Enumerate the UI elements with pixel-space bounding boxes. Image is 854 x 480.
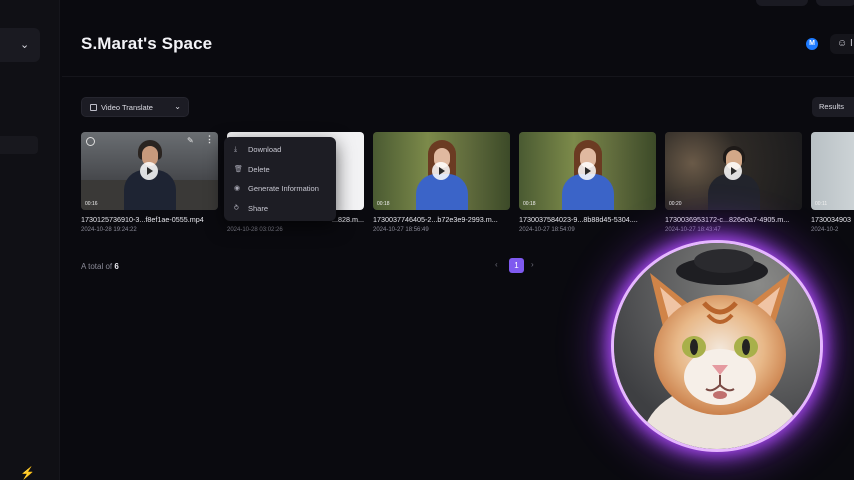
bolt-icon[interactable]: ⚡	[20, 466, 35, 480]
file-name: 1730034903	[811, 215, 851, 224]
file-date: 2024-10-27 18:54:09	[519, 227, 575, 233]
video-card[interactable]: 00:16 ✎ ⋮ 1730125736910-3...f8ef1ae-0555…	[81, 132, 218, 233]
menu-item-label: Share	[248, 203, 269, 213]
menu-item-share[interactable]: ⥁ Share	[224, 202, 336, 222]
results-button[interactable]: Results	[812, 97, 854, 117]
menu-item-delete[interactable]: 🗑 Delete	[224, 163, 336, 183]
duration-label: 00:11	[815, 201, 828, 207]
file-name: 1730125736910-3...f8ef1ae-0555.mp4	[81, 215, 204, 224]
user-icon: ☺	[837, 38, 848, 49]
type-filter-dropdown[interactable]: Video Translate ⌄	[81, 97, 189, 117]
file-date: 2024-10-28 19:24:22	[81, 227, 137, 233]
video-card[interactable]: 00:20 1730036953172-c...826e0a7-4905.m..…	[665, 132, 802, 233]
download-icon: ⤓	[234, 146, 238, 153]
sidebar-item-active[interactable]	[0, 136, 38, 154]
duration-label: 00:18	[377, 201, 390, 207]
prev-page-button[interactable]: ‹	[495, 260, 498, 269]
play-icon[interactable]	[578, 162, 596, 180]
cat-image	[614, 243, 820, 449]
menu-item-download[interactable]: ⤓ Download	[224, 143, 336, 163]
page-button-current[interactable]: 1	[509, 258, 524, 273]
file-name: 1730037746405-2...b72e3e9-2993.m...	[373, 215, 498, 224]
user-menu[interactable]: ☺ I	[830, 34, 854, 54]
next-page-button[interactable]: ›	[531, 260, 534, 269]
menu-item-label: Delete	[248, 164, 270, 174]
card-context-menu: ⤓ Download 🗑 Delete ◉ Generate Informati…	[224, 137, 336, 221]
file-name: 1730036953172-c...826e0a7-4905.m...	[665, 215, 790, 224]
play-icon[interactable]	[724, 162, 742, 180]
file-name: 1730037584023-9...8b88d45-5304....	[519, 215, 638, 224]
sidebar: ⌄ ⚡	[0, 0, 60, 480]
video-thumbnail[interactable]: 00:20	[665, 132, 802, 210]
share-icon: ⥁	[234, 204, 239, 212]
menu-item-label: Generate Information	[248, 184, 319, 193]
duration-label: 00:18	[523, 201, 536, 207]
menu-item-label: Download	[248, 145, 282, 154]
file-date: 2024-10-2	[811, 227, 839, 233]
eye-icon: ◉	[234, 185, 241, 192]
header-divider	[62, 76, 854, 77]
video-card[interactable]: 00:18 1730037746405-2...b72e3e9-2993.m..…	[373, 132, 510, 233]
filter-label: Video Translate	[101, 103, 153, 112]
edit-icon[interactable]: ✎	[187, 136, 194, 145]
total-prefix: A total of	[81, 262, 115, 271]
user-label: I	[850, 38, 853, 49]
top-action-button[interactable]	[756, 0, 808, 6]
workspace-selector[interactable]: ⌄	[0, 28, 40, 62]
total-count: A total of 6	[81, 262, 119, 271]
video-card[interactable]: 00:11 1730034903 2024-10-2	[811, 132, 854, 233]
chevron-down-icon: ⌄	[174, 102, 181, 111]
video-thumbnail[interactable]: 00:16 ✎ ⋮	[81, 132, 218, 210]
trash-icon: 🗑	[234, 165, 243, 173]
grid-icon	[90, 104, 97, 111]
more-options-icon[interactable]: ⋮	[205, 134, 214, 145]
file-date: 2024-10-27 18:43:47	[665, 227, 721, 233]
member-badge[interactable]: M	[806, 38, 818, 50]
page-title: S.Marat's Space	[81, 34, 213, 53]
video-thumbnail[interactable]: 00:18	[519, 132, 656, 210]
file-date: 2024-10-27 18:56:49	[373, 227, 429, 233]
select-checkbox[interactable]	[86, 137, 95, 146]
total-number: 6	[114, 262, 119, 271]
play-icon[interactable]	[140, 162, 158, 180]
menu-item-generate-information[interactable]: ◉ Generate Information	[224, 182, 336, 202]
video-thumbnail[interactable]: 00:11	[811, 132, 854, 210]
chevron-down-icon: ⌄	[20, 39, 30, 51]
video-card[interactable]: 00:18 1730037584023-9...8b88d45-5304....…	[519, 132, 656, 233]
duration-label: 00:20	[669, 201, 682, 207]
webcam-overlay	[614, 243, 820, 449]
play-icon[interactable]	[432, 162, 450, 180]
top-secondary-button[interactable]	[816, 0, 854, 6]
duration-label: 00:16	[85, 201, 98, 207]
video-thumbnail[interactable]: 00:18	[373, 132, 510, 210]
file-date: 2024-10-28 03:02:26	[227, 227, 283, 233]
